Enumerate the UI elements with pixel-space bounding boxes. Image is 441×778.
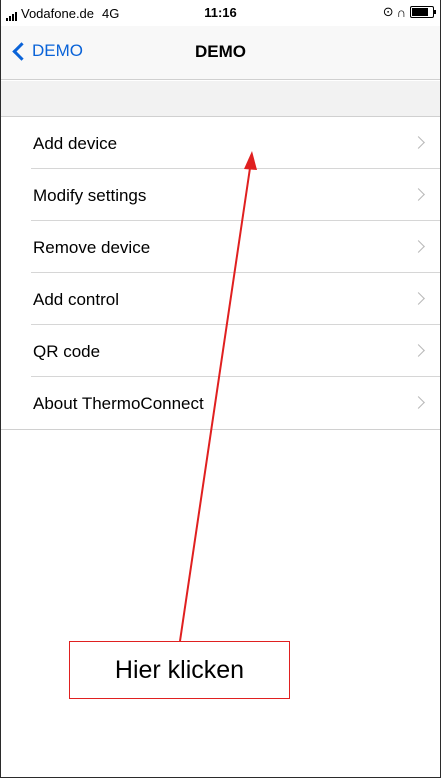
chevron-right-icon — [412, 240, 425, 253]
battery-icon — [410, 6, 436, 18]
navigation-bar: DEMO DEMO — [1, 26, 440, 80]
menu-item-label: QR code — [33, 342, 101, 361]
chevron-right-icon — [412, 344, 425, 357]
chevron-right-icon — [412, 396, 425, 409]
lock-rotation-icon: ⊙ — [382, 4, 394, 19]
menu-item-add-control[interactable]: Add control — [1, 273, 440, 325]
menu-item-add-device[interactable]: Add device — [1, 117, 440, 169]
menu-item-modify-settings[interactable]: Modify settings — [1, 169, 440, 221]
menu-item-label: About ThermoConnect — [33, 394, 204, 413]
menu-list: Add device Modify settings Remove device… — [1, 117, 440, 430]
menu-item-label: Remove device — [33, 238, 151, 257]
headphones-icon: ∩ — [396, 4, 406, 20]
section-spacer — [1, 81, 440, 117]
battery-level — [412, 8, 428, 16]
chevron-right-icon — [412, 136, 425, 149]
status-right: ⊙ ∩ — [380, 4, 436, 20]
annotation-callout: Hier klicken — [69, 641, 290, 699]
menu-item-label: Modify settings — [33, 186, 147, 205]
battery-tip — [434, 10, 436, 14]
menu-item-label: Add device — [33, 134, 118, 153]
chevron-right-icon — [412, 292, 425, 305]
status-time: 11:16 — [204, 5, 237, 20]
menu-item-qr-code[interactable]: QR code — [1, 325, 440, 377]
status-bar: Vodafone.de 4G 11:16 ⊙ ∩ — [1, 0, 440, 26]
phone-screen: Vodafone.de 4G 11:16 ⊙ ∩ DEMO DEMO Add d… — [0, 0, 441, 778]
menu-item-label: Add control — [33, 290, 119, 309]
page-title: DEMO — [195, 42, 246, 61]
menu-item-remove-device[interactable]: Remove device — [1, 221, 440, 273]
menu-item-about[interactable]: About ThermoConnect — [1, 377, 440, 429]
annotation-callout-text: Hier klicken — [114, 656, 245, 684]
chevron-right-icon — [412, 188, 425, 201]
